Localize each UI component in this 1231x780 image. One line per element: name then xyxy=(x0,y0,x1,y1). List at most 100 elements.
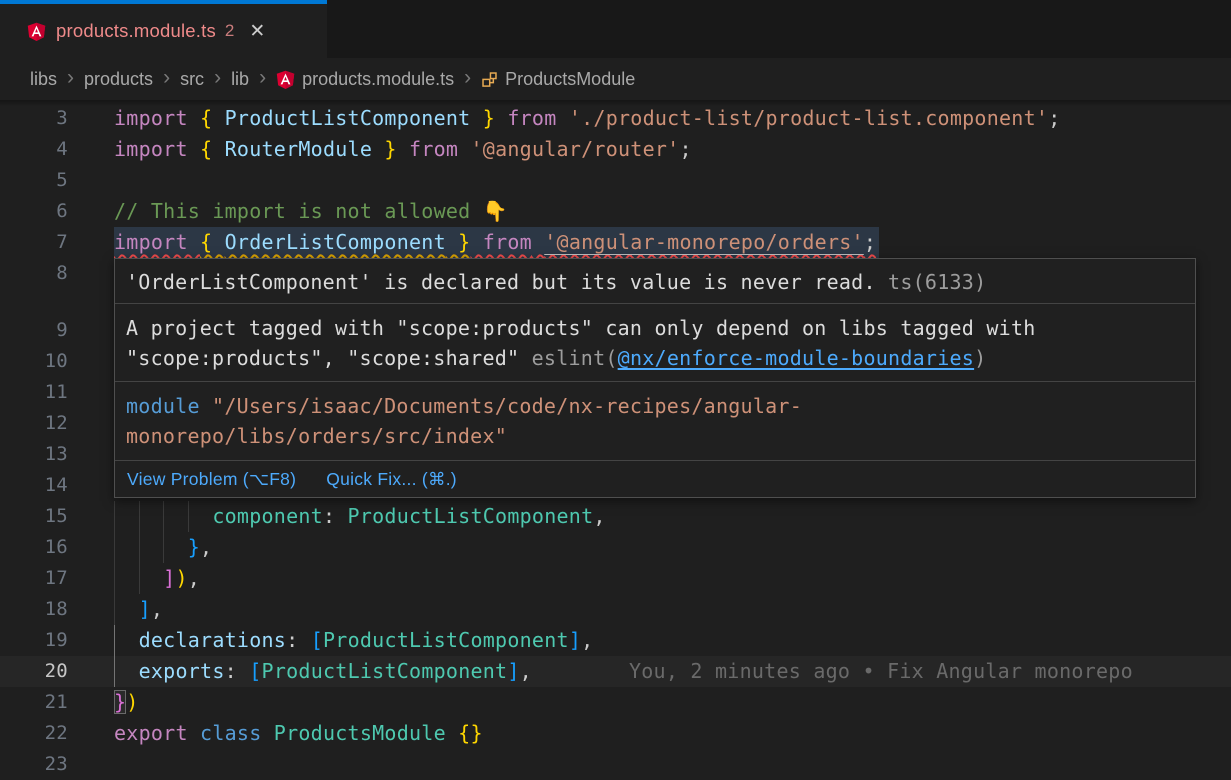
hover-section-module-info: module "/Users/isaac/Documents/code/nx-r… xyxy=(115,381,1195,460)
breadcrumb-item-libs[interactable]: libs xyxy=(30,69,57,90)
code-line-20[interactable]: 20 exports: [ProductListComponent],You, … xyxy=(0,656,1231,687)
code-token: ) xyxy=(175,566,187,590)
hover-text: 'OrderListComponent' is declared but its… xyxy=(126,270,876,294)
code-token: from xyxy=(495,106,556,130)
hover-text: ) xyxy=(974,346,986,370)
close-icon[interactable]: ✕ xyxy=(249,20,265,43)
code-token: , xyxy=(581,628,593,652)
code-line-23[interactable]: 23 xyxy=(0,749,1231,780)
chevron-right-icon: › xyxy=(67,66,74,90)
tab-products-module[interactable]: products.module.ts 2 ✕ xyxy=(0,0,327,58)
code-editor[interactable]: 3import { ProductListComponent } from '.… xyxy=(0,100,1231,780)
code-token: declarations xyxy=(139,628,287,652)
hover-action-view[interactable]: View Problem (⌥F8) xyxy=(127,469,296,490)
line-number: 17 xyxy=(0,563,68,594)
hover-text-line: monorepo/libs/orders/src/index" xyxy=(126,421,1184,451)
hover-section-eslint-diagnostic: A project tagged with "scope:products" c… xyxy=(115,303,1195,381)
code-token: [ xyxy=(249,659,261,683)
code-token: ProductListComponent xyxy=(225,106,471,130)
code-line-19[interactable]: 19 declarations: [ProductListComponent], xyxy=(0,625,1231,656)
code-token xyxy=(458,137,470,161)
code-line-16[interactable]: 16 }, xyxy=(0,532,1231,563)
indent-guide xyxy=(114,532,115,563)
code-token xyxy=(532,230,544,254)
code-line-17[interactable]: 17 ]), xyxy=(0,563,1231,594)
tab-bar: products.module.ts 2 ✕ xyxy=(0,0,1231,58)
code-token: '@angular/router' xyxy=(471,137,680,161)
code-content: import { ProductListComponent } from './… xyxy=(114,103,1231,134)
code-line-18[interactable]: 18 ], xyxy=(0,594,1231,625)
code-line-6[interactable]: 6// This import is not allowed 👇 xyxy=(0,196,1231,227)
code-line-15[interactable]: 15 component: ProductListComponent, xyxy=(0,501,1231,532)
code-line-3[interactable]: 3import { ProductListComponent } from '.… xyxy=(0,103,1231,134)
tab-problems-badge: 2 xyxy=(225,21,234,41)
hover-text: module xyxy=(126,394,200,418)
breadcrumb-item-lib[interactable]: lib xyxy=(231,69,249,90)
vscode-window: products.module.ts 2 ✕ libs › products › src… xyxy=(0,0,1231,780)
hover-text: eslint( xyxy=(532,346,618,370)
code-line-5[interactable]: 5 xyxy=(0,165,1231,196)
breadcrumb-item-src[interactable]: src xyxy=(180,69,204,90)
line-number: 5 xyxy=(0,165,68,196)
eslint-rule-link[interactable]: @nx/enforce-module-boundaries xyxy=(618,346,974,370)
code-line-7[interactable]: 7import { OrderListComponent } from '@an… xyxy=(0,227,1231,258)
breadcrumb-item-products[interactable]: products xyxy=(84,69,153,90)
hover-text-line: A project tagged with "scope:products" c… xyxy=(126,313,1184,343)
code-content: ], xyxy=(114,594,1231,625)
code-token: } xyxy=(470,106,495,130)
code-content: }, xyxy=(114,532,1231,563)
code-token: ] xyxy=(139,597,151,621)
code-line-4[interactable]: 4import { RouterModule } from '@angular/… xyxy=(0,134,1231,165)
active-tab-indicator xyxy=(0,0,327,4)
code-token: ] xyxy=(507,659,519,683)
code-token: } xyxy=(114,690,126,714)
code-content: component: ProductListComponent, xyxy=(114,501,1231,532)
breadcrumb-label: products xyxy=(84,69,153,90)
chevron-right-icon: › xyxy=(163,66,170,90)
code-token: , xyxy=(188,566,200,590)
line-number: 16 xyxy=(0,532,68,563)
code-token: , xyxy=(520,659,532,683)
breadcrumb: libs›products›src›lib›products.module.ts… xyxy=(0,58,1231,100)
line-number: 22 xyxy=(0,718,68,749)
line-number: 20 xyxy=(0,656,68,687)
indent-guide xyxy=(114,594,115,625)
hover-text: A project tagged with "scope:products" c… xyxy=(126,316,1036,340)
code-token: import xyxy=(114,230,200,254)
breadcrumb-item-products-module-ts[interactable]: products.module.ts xyxy=(276,69,454,90)
code-line-22[interactable]: 22export class ProductsModule {} xyxy=(0,718,1231,749)
hover-text: ts(6133) xyxy=(876,270,987,294)
code-token: {} xyxy=(458,721,483,745)
code-token: , xyxy=(200,535,212,559)
hover-text-line: 'OrderListComponent' is declared but its… xyxy=(126,267,1184,297)
line-number: 14 xyxy=(0,470,68,501)
code-content: }) xyxy=(114,687,1231,718)
code-token: ] xyxy=(569,628,581,652)
indent-guide xyxy=(114,501,115,532)
line-number: 7 xyxy=(0,227,68,258)
indent-guide xyxy=(163,501,164,532)
code-token: from xyxy=(470,230,531,254)
hover-text: "scope:products", "scope:shared" xyxy=(126,346,532,370)
code-token: ) xyxy=(126,690,138,714)
code-token: } xyxy=(446,230,471,254)
code-content: import { RouterModule } from '@angular/r… xyxy=(114,134,1231,165)
code-content: ]), xyxy=(114,563,1231,594)
code-token: [ xyxy=(311,628,323,652)
indent-guide xyxy=(114,656,115,687)
chevron-right-icon: › xyxy=(259,66,266,90)
line-number: 21 xyxy=(0,687,68,718)
code-token xyxy=(114,535,188,559)
code-token: ; xyxy=(679,137,691,161)
hover-action-quick[interactable]: Quick Fix... (⌘.) xyxy=(326,469,457,490)
code-line-21[interactable]: 21}) xyxy=(0,687,1231,718)
code-token: : xyxy=(225,659,250,683)
breadcrumb-label: products.module.ts xyxy=(302,69,454,90)
breadcrumb-item-productsmodule[interactable]: ProductsModule xyxy=(481,69,635,90)
indent-guide xyxy=(163,532,164,563)
code-token: } xyxy=(372,137,397,161)
code-content: exports: [ProductListComponent],You, 2 m… xyxy=(114,656,1231,687)
angular-icon xyxy=(276,70,295,89)
indent-guide xyxy=(114,563,115,594)
code-token: , xyxy=(593,504,605,528)
